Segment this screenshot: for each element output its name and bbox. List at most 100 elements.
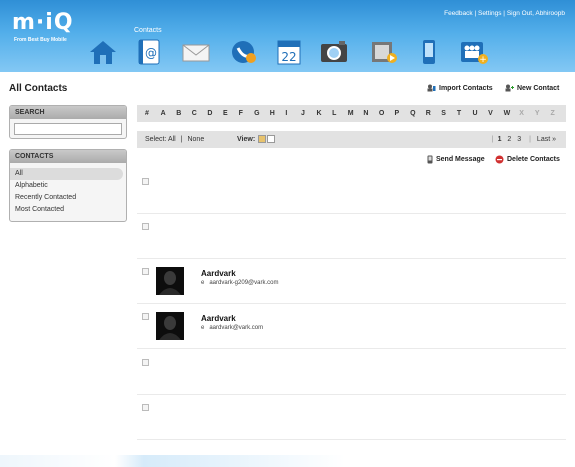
letter-link: X (519, 110, 524, 117)
link-separator: | (474, 10, 477, 17)
letter-link[interactable]: A (161, 110, 177, 117)
import-icon (427, 84, 436, 92)
letter-link[interactable]: J (301, 110, 317, 117)
groups-icon[interactable]: + (459, 38, 489, 66)
letter-link: Y (534, 110, 540, 117)
contact-row[interactable] (137, 214, 566, 259)
email-type-label: e (201, 280, 205, 286)
avatar (156, 267, 184, 295)
letter-link[interactable]: N (363, 110, 379, 117)
search-heading: SEARCH (10, 106, 126, 119)
alphabet-bar: # A B C D E F G H I J K L M N O P Q R S T U V W X Y Z (137, 105, 566, 122)
select-none-link[interactable]: None (187, 136, 204, 143)
mail-icon[interactable] (181, 38, 211, 66)
letter-link[interactable]: W (504, 110, 520, 117)
import-contacts-button[interactable]: Import Contacts (427, 84, 493, 92)
contact-checkbox[interactable] (142, 404, 149, 411)
letter-link[interactable]: E (223, 110, 239, 117)
view-label: View: (237, 136, 256, 143)
contact-row[interactable]: Aardvark e aardvark@vark.com (137, 304, 566, 349)
contact-checkbox[interactable] (142, 359, 149, 366)
sign-out-link[interactable]: Sign Out, Abhiroopb (507, 10, 565, 17)
letter-link[interactable]: G (254, 110, 270, 117)
home-icon[interactable] (88, 38, 118, 66)
letter-link: Z (550, 110, 555, 117)
phone-message-icon (427, 155, 433, 164)
filter-most-contacted[interactable]: Most Contacted (10, 204, 126, 216)
page-1-link[interactable]: 1 (498, 136, 502, 143)
contacts-filter-panel: CONTACTS All Alphabetic Recently Contact… (9, 149, 127, 222)
contact-name[interactable]: Aardvark (201, 314, 236, 323)
contact-checkbox[interactable] (142, 268, 149, 275)
letter-link[interactable]: D (207, 110, 223, 117)
search-input[interactable] (14, 123, 122, 135)
letter-link[interactable]: O (379, 110, 395, 117)
contact-row[interactable]: Aardvark e aardvark-g209@vark.com (137, 259, 566, 304)
letter-link[interactable]: S (441, 110, 457, 117)
filter-recently-contacted[interactable]: Recently Contacted (10, 192, 126, 204)
page-3-link[interactable]: 3 (517, 136, 521, 143)
last-page-link[interactable]: Last » (537, 136, 556, 143)
delete-contacts-label: Delete Contacts (507, 156, 560, 163)
select-bar: Select: All | None View: | 1 2 3 | Last … (137, 131, 566, 148)
contact-checkbox[interactable] (142, 178, 149, 185)
letter-link[interactable]: P (395, 110, 411, 117)
select-separator: | (180, 136, 183, 143)
contact-email: e aardvark@vark.com (201, 325, 263, 331)
photos-icon[interactable] (319, 38, 349, 66)
avatar (156, 312, 184, 340)
svg-text:+: + (479, 55, 487, 65)
letter-link[interactable]: M (348, 110, 364, 117)
new-contact-button[interactable]: New Contact (505, 84, 559, 92)
delete-icon (495, 155, 504, 164)
send-message-label: Send Message (436, 156, 485, 163)
pager-separator: | (491, 136, 494, 143)
email-value: aardvark@vark.com (209, 325, 264, 331)
letter-link[interactable]: T (457, 110, 473, 117)
new-contact-label: New Contact (517, 84, 560, 92)
top-links: Feedback | Settings | Sign Out, Abhiroop… (444, 10, 565, 17)
letter-link[interactable]: H (270, 110, 286, 117)
bottom-strip (0, 455, 575, 467)
grid-view-toggle[interactable] (267, 135, 275, 143)
send-message-button[interactable]: Send Message (427, 155, 485, 164)
contact-row[interactable] (137, 350, 566, 395)
filter-alphabetic[interactable]: Alphabetic (10, 180, 126, 192)
letter-link[interactable]: I (285, 110, 301, 117)
contact-row[interactable] (137, 395, 566, 440)
header-bar: m·iQ From Best Buy Mobile Feedback | Set… (0, 0, 575, 72)
letter-link[interactable]: K (317, 110, 333, 117)
letter-link[interactable]: F (239, 110, 255, 117)
email-type-label: e (201, 325, 205, 331)
page-2-link[interactable]: 2 (507, 136, 511, 143)
pager-separator: | (529, 136, 531, 143)
letter-link[interactable]: R (426, 110, 442, 117)
active-nav-label: Contacts (134, 27, 162, 34)
feedback-link[interactable]: Feedback (444, 10, 473, 17)
video-icon[interactable] (369, 38, 399, 66)
device-icon[interactable] (414, 38, 444, 66)
delete-contacts-button[interactable]: Delete Contacts (495, 155, 560, 164)
letter-link[interactable]: # (145, 110, 161, 117)
miq-logo[interactable]: m·iQ From Best Buy Mobile (12, 8, 82, 48)
letter-link[interactable]: V (488, 110, 504, 117)
letter-link[interactable]: B (176, 110, 192, 117)
phone-icon[interactable] (229, 38, 259, 66)
contacts-icon[interactable]: @ (134, 38, 164, 66)
settings-link[interactable]: Settings (478, 10, 502, 17)
pagination: | 1 2 3 | Last » (492, 136, 556, 143)
calendar-icon[interactable]: 22 (274, 38, 304, 66)
letter-link[interactable]: U (472, 110, 488, 117)
contact-name[interactable]: Aardvark (201, 269, 236, 278)
letter-link[interactable]: L (332, 110, 348, 117)
letter-link[interactable]: Q (410, 110, 426, 117)
contact-row[interactable] (137, 169, 566, 214)
select-all-link[interactable]: Select: All (145, 136, 176, 143)
link-separator: | (503, 10, 505, 17)
letter-link[interactable]: C (192, 110, 208, 117)
contact-checkbox[interactable] (142, 313, 149, 320)
contact-checkbox[interactable] (142, 223, 149, 230)
contacts-heading: CONTACTS (10, 150, 126, 163)
filter-all[interactable]: All (10, 168, 123, 180)
list-view-toggle[interactable] (258, 135, 266, 143)
